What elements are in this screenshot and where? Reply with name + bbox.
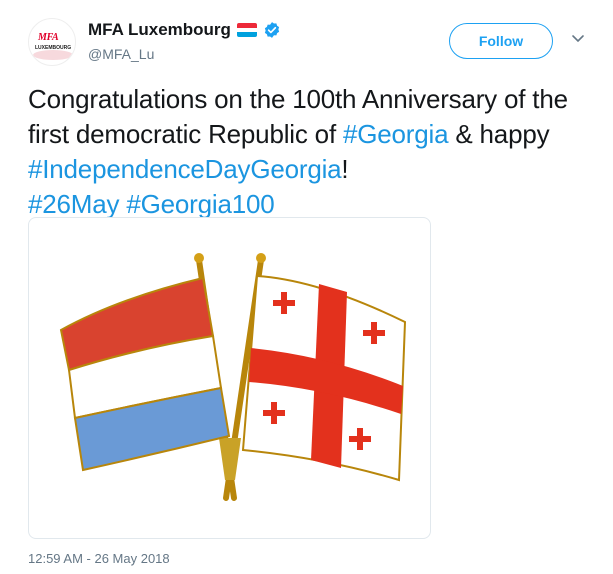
hashtag-link[interactable]: #Georgia100 [126, 189, 274, 219]
chevron-down-icon[interactable] [571, 34, 585, 44]
avatar[interactable]: MFA LUXEMBOURG [28, 18, 76, 66]
display-name-row[interactable]: MFA Luxembourg [88, 20, 281, 40]
georgia-flag [241, 274, 407, 482]
tweet-card: MFA LUXEMBOURG MFA Luxembourg @MFA_Lu Fo… [0, 0, 613, 574]
hashtag-link[interactable]: #Georgia [343, 119, 449, 149]
hashtag-link[interactable]: #26May [28, 189, 120, 219]
avatar-swoosh [33, 50, 73, 60]
luxembourg-flag-icon [236, 23, 257, 37]
tweet-timestamp[interactable]: 12:59 AM - 26 May 2018 [28, 551, 170, 566]
hashtag-link[interactable]: #IndependenceDayGeorgia [28, 154, 342, 184]
luxembourg-flag [59, 276, 231, 472]
tweet-text-segment: & happy [448, 119, 550, 149]
verified-badge-icon [264, 22, 280, 38]
account-handle[interactable]: @MFA_Lu [88, 46, 154, 62]
tweet-media[interactable] [28, 217, 431, 539]
avatar-logo-text: MFA [38, 32, 59, 43]
follow-button[interactable]: Follow [449, 23, 553, 59]
tweet-text: Congratulations on the 100th Anniversary… [28, 82, 598, 222]
display-name[interactable]: MFA Luxembourg [88, 20, 231, 40]
tweet-text-segment: ! [341, 154, 349, 184]
avatar-logo-subtext: LUXEMBOURG [35, 45, 72, 51]
crossed-flags-pin-image [59, 253, 407, 501]
